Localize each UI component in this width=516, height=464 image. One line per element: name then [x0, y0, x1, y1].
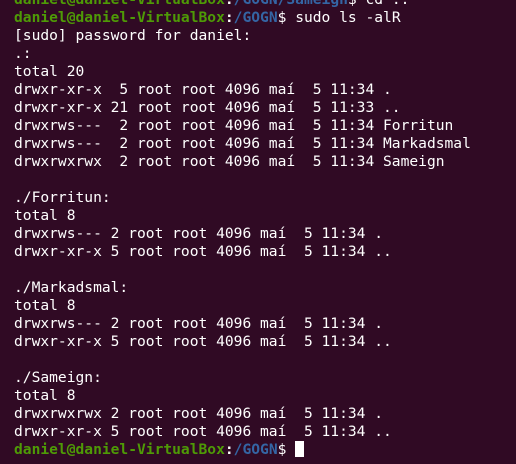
output-line: drwxr-xr-x 5 root root 4096 maí 5 11:34 …	[14, 333, 392, 350]
prompt-user-host: daniel@daniel-VirtualBox	[14, 441, 225, 458]
active-prompt-line[interactable]: daniel@daniel-VirtualBox:/GOGN$	[14, 441, 516, 459]
output-line: [sudo] password for daniel:	[14, 27, 252, 44]
output-line: drwxrws--- 2 root root 4096 maí 5 11:34 …	[14, 225, 384, 242]
prompt-user-host: daniel@daniel-VirtualBox	[14, 9, 225, 26]
prompt-path: /GOGN	[233, 441, 278, 458]
prompt-path: /GOGN/Sameign	[234, 0, 348, 8]
output-line: ./Markadsmal:	[14, 279, 129, 296]
output-line: ./Forritun:	[14, 189, 111, 206]
output-line: .:	[14, 45, 32, 62]
output-line: total 8	[14, 387, 76, 404]
prompt-separator: :	[224, 9, 234, 26]
prompt-dollar: $	[348, 0, 357, 8]
terminal-output: daniel@daniel-VirtualBox:/GOGN/Sameign$ …	[14, 0, 516, 459]
output-line: drwxr-xr-x 5 root root 4096 maí 5 11:34 …	[14, 423, 392, 440]
output-line: drwxrws--- 2 root root 4096 maí 5 11:34 …	[14, 135, 471, 152]
output-line: drwxrwxrwx 2 root root 4096 maí 5 11:34 …	[14, 153, 445, 170]
output-line: drwxrws--- 2 root root 4096 maí 5 11:34 …	[14, 315, 384, 332]
output-line: total 8	[14, 207, 76, 224]
output-line: total 8	[14, 297, 76, 314]
output-line: total 20	[14, 63, 85, 80]
prompt-dollar: $	[277, 441, 287, 458]
prompt-command: cd ..	[357, 0, 409, 8]
output-line: drwxr-xr-x 5 root root 4096 maí 5 11:34 …	[14, 81, 392, 98]
prompt-separator: :	[224, 441, 234, 458]
prompt-user-host: daniel@daniel-VirtualBox	[14, 0, 225, 8]
terminal-window[interactable]: daniel@daniel-VirtualBox:/GOGN/Sameign$ …	[0, 0, 516, 464]
text-cursor	[295, 441, 305, 457]
prompt-path: /GOGN	[233, 9, 278, 26]
output-line: ./Sameign:	[14, 369, 102, 386]
output-line: drwxr-xr-x 21 root root 4096 maí 5 11:33…	[14, 99, 401, 116]
command-prompt-line: daniel@daniel-VirtualBox:/GOGN$ sudo ls …	[14, 9, 516, 27]
prompt-separator: :	[225, 0, 234, 8]
prompt-command: sudo ls -alR	[286, 9, 401, 26]
output-line: drwxrwxrwx 2 root root 4096 maí 5 11:34 …	[14, 405, 384, 422]
output-line: drwxr-xr-x 5 root root 4096 maí 5 11:34 …	[14, 243, 392, 260]
previous-prompt-line: daniel@daniel-VirtualBox:/GOGN/Sameign$ …	[14, 0, 516, 9]
output-line: drwxrws--- 2 root root 4096 maí 5 11:34 …	[14, 117, 454, 134]
